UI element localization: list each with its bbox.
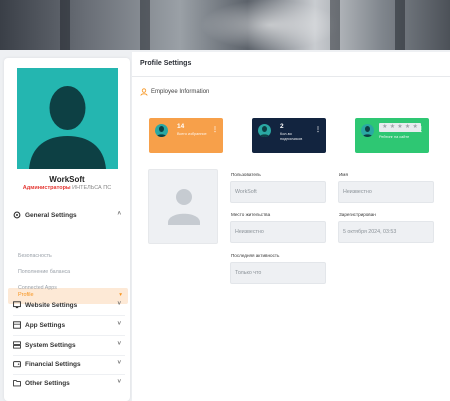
menu-website-settings[interactable]: Website Settings ˅ xyxy=(13,298,125,312)
registered-field[interactable]: 5 октября 2024, 03:53 xyxy=(338,221,434,243)
menu-general-settings-label: General Settings xyxy=(25,211,77,219)
chevron-up-icon: ˄ xyxy=(117,211,121,217)
menu-divider xyxy=(13,315,125,316)
profile-sidebar: WorkSoft Администраторы ИНТЕЛЬСА ПС Gene… xyxy=(4,58,130,401)
menu-other-settings[interactable]: Other Settings ˅ xyxy=(13,376,125,390)
folder-icon xyxy=(13,380,21,387)
section-heading: Employee Information xyxy=(140,88,209,96)
avatar-icon xyxy=(258,124,271,137)
menu-divider xyxy=(13,374,125,375)
name-field[interactable]: Неизвестно xyxy=(338,181,434,203)
submenu-balance[interactable]: Пополнение баланса xyxy=(18,269,70,275)
avatar xyxy=(17,68,118,169)
banner-window-frame xyxy=(140,0,150,50)
monitor-icon xyxy=(13,301,21,309)
subscribers-stat-card: 2 Кол-во подписчиков ⋮ xyxy=(252,118,326,153)
user-field-label: Пользователь xyxy=(231,172,261,177)
favorites-count: 14 xyxy=(177,123,185,130)
rating-caption: Рейтинг на сайте xyxy=(379,135,410,139)
rating-stars: ★ ★ ★ ★ ★ xyxy=(379,123,421,132)
menu-system-settings[interactable]: System Settings ˅ xyxy=(13,338,125,352)
avatar-icon xyxy=(155,124,168,137)
profile-name: WorkSoft xyxy=(49,175,85,184)
banner-window-frame xyxy=(330,0,340,50)
menu-system-settings-label: System Settings xyxy=(25,341,76,349)
banner-window-frame xyxy=(395,0,405,50)
server-icon xyxy=(13,341,21,349)
star-icon: ★ xyxy=(404,124,411,130)
last-activity-field[interactable]: Только что xyxy=(230,262,326,284)
chevron-down-icon: ˅ xyxy=(117,321,121,327)
menu-divider xyxy=(13,335,125,336)
user-field[interactable]: WorkSoft xyxy=(230,181,326,203)
more-options-icon[interactable]: ⋮ xyxy=(418,126,424,133)
banner-light xyxy=(200,0,340,50)
favorites-caption: Всего избранное xyxy=(177,132,207,136)
gear-icon xyxy=(13,211,21,219)
star-icon: ★ xyxy=(382,124,388,130)
subscribers-count: 2 xyxy=(280,123,284,130)
menu-financial-settings-label: Financial Settings xyxy=(25,360,81,368)
menu-app-settings-label: App Settings xyxy=(25,321,66,329)
rating-stat-card: ★ ★ ★ ★ ★ Рейтинг на сайте ⋮ xyxy=(355,118,429,153)
hero-banner xyxy=(0,0,450,50)
profile-role: Администраторы ИНТЕЛЬСА ПС xyxy=(4,185,130,191)
section-heading-label: Employee Information xyxy=(151,89,210,95)
chevron-down-icon: ˅ xyxy=(117,379,121,385)
submenu-security[interactable]: Безопасность xyxy=(18,253,52,259)
favorites-stat-card: 14 Всего избранное ⋮ xyxy=(149,118,223,153)
menu-general-settings[interactable]: General Settings ˄ xyxy=(13,208,125,222)
registered-field-label: Зарегистрирован xyxy=(339,212,376,217)
menu-financial-settings[interactable]: Financial Settings ˅ xyxy=(13,357,125,371)
profile-settings-panel: Profile Settings Employee Information 14… xyxy=(132,52,450,401)
chevron-down-icon: ˅ xyxy=(117,341,121,347)
role-sub: ИНТЕЛЬСА ПС xyxy=(72,185,112,191)
person-silhouette-icon xyxy=(17,68,118,169)
role-main: Администраторы xyxy=(22,185,71,191)
city-field-label: Место жительства xyxy=(231,212,271,217)
menu-divider xyxy=(13,355,125,356)
grid-icon xyxy=(13,321,21,329)
user-icon xyxy=(140,88,148,96)
menu-app-settings[interactable]: App Settings ˅ xyxy=(13,318,125,332)
star-icon: ★ xyxy=(389,124,396,130)
profile-photo-placeholder[interactable] xyxy=(148,169,218,244)
page-title: Profile Settings xyxy=(140,60,192,67)
menu-website-settings-label: Website Settings xyxy=(25,301,78,309)
name-field-label: Имя xyxy=(339,172,348,177)
star-icon: ★ xyxy=(397,124,403,130)
subscribers-caption: Кол-во подписчиков xyxy=(280,132,303,141)
last-activity-field-label: Последняя активность xyxy=(231,253,280,258)
city-field[interactable]: Неизвестно xyxy=(230,221,326,243)
more-options-icon[interactable]: ⋮ xyxy=(315,126,321,133)
user-placeholder-icon xyxy=(168,189,200,225)
more-options-icon[interactable]: ⋮ xyxy=(212,126,218,133)
wallet-icon xyxy=(13,361,21,368)
banner-window-frame xyxy=(60,0,70,50)
chevron-down-icon: ˅ xyxy=(117,360,121,366)
chevron-down-icon: ˅ xyxy=(117,301,121,307)
avatar-icon xyxy=(361,124,374,137)
submenu-connected-apps[interactable]: Connected Apps xyxy=(18,285,57,291)
menu-other-settings-label: Other Settings xyxy=(25,379,70,387)
title-divider xyxy=(132,76,450,77)
